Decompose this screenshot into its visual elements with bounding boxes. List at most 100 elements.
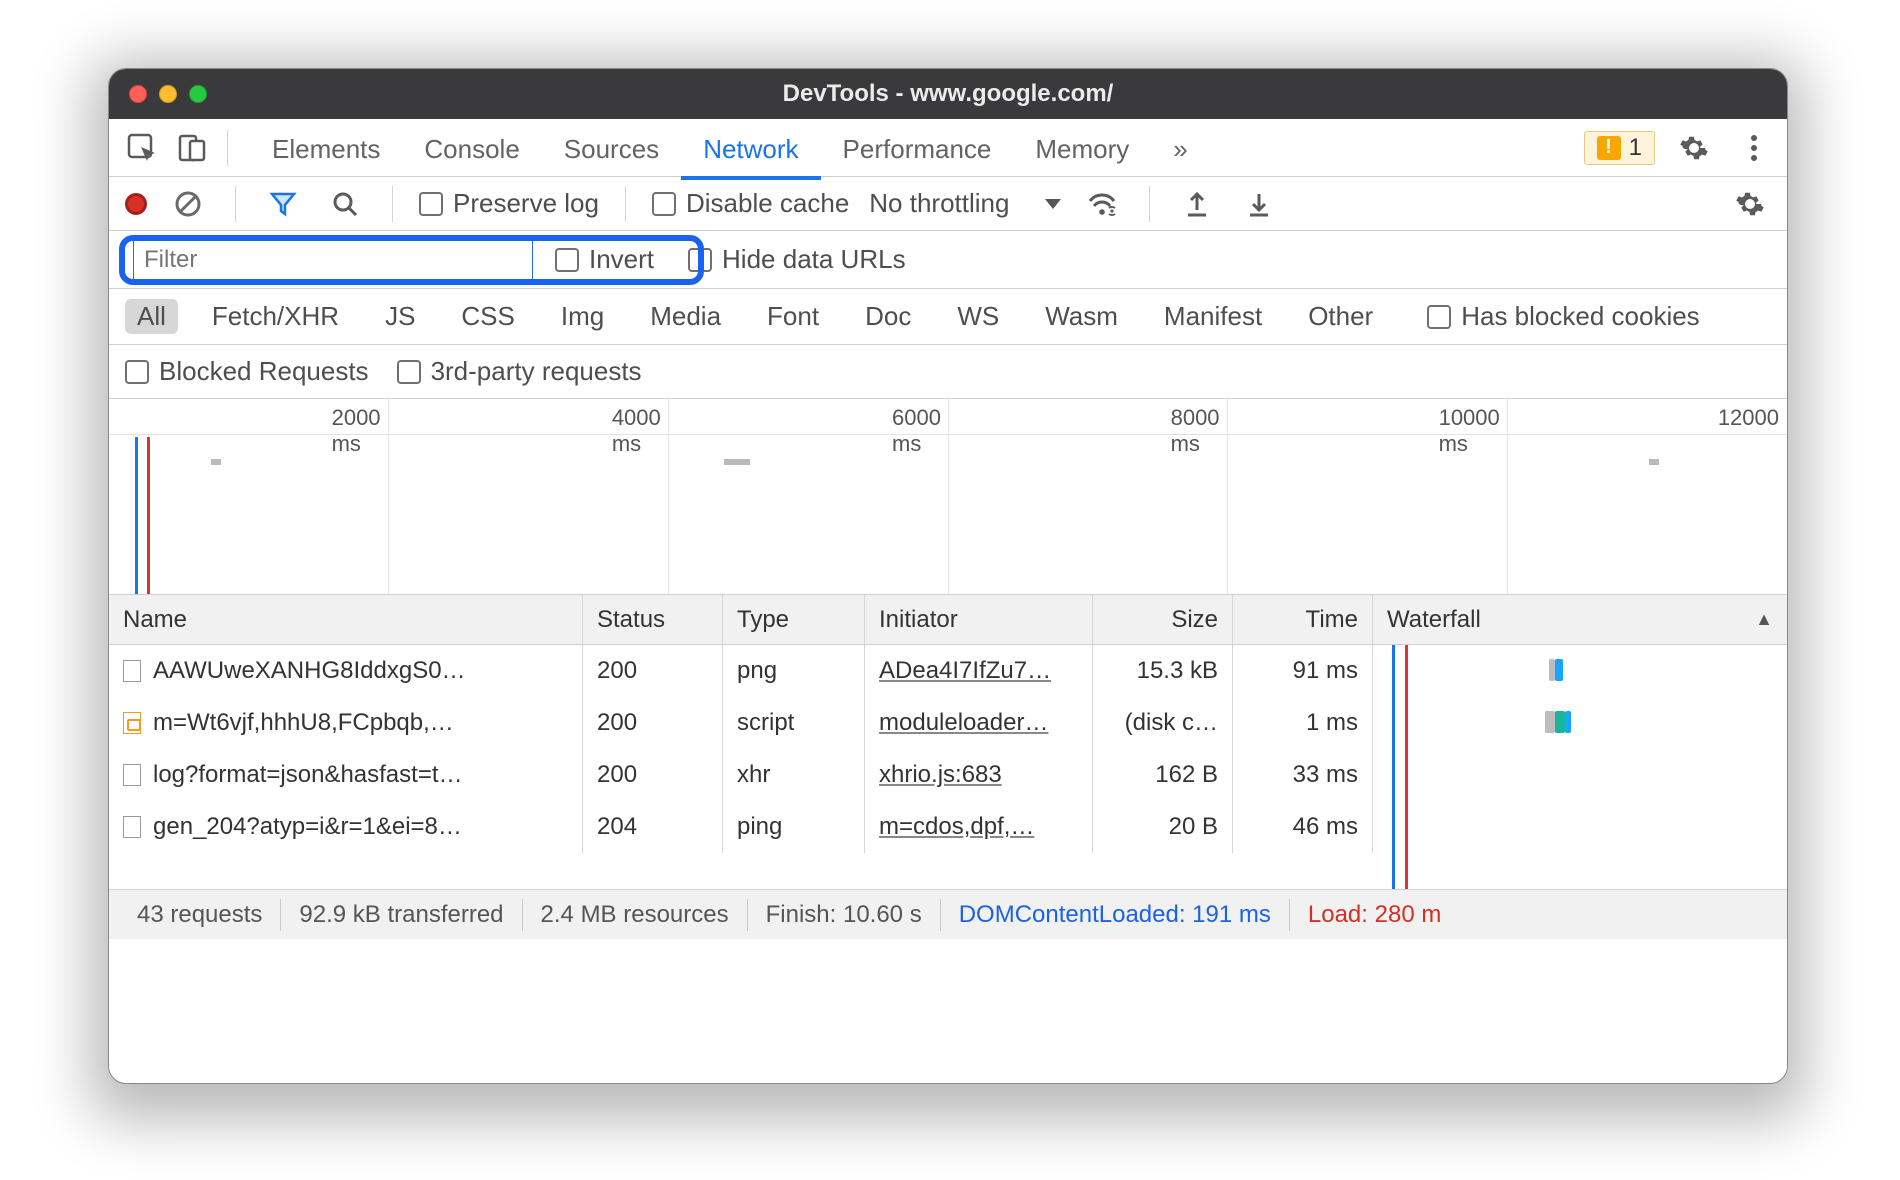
- checkbox-icon: [419, 192, 443, 216]
- cell-initiator[interactable]: xhrio.js:683: [879, 761, 1002, 789]
- filter-chip-js[interactable]: JS: [373, 299, 427, 334]
- filter-chip-ws[interactable]: WS: [945, 299, 1011, 334]
- waterfall-segment: [1555, 659, 1563, 681]
- col-status[interactable]: Status: [583, 595, 723, 644]
- waterfall-segment: [1555, 711, 1565, 733]
- inspect-element-icon[interactable]: [121, 127, 163, 169]
- status-finish: Finish: 10.60 s: [748, 899, 941, 931]
- filter-chip-img[interactable]: Img: [549, 299, 616, 334]
- record-button[interactable]: [125, 193, 147, 215]
- has-blocked-cookies-toggle[interactable]: Has blocked cookies: [1427, 301, 1699, 332]
- filter-funnel-icon[interactable]: [262, 183, 304, 225]
- timeline-load-marker: [147, 437, 150, 594]
- cell-time: 91 ms: [1233, 645, 1373, 697]
- filter-chip-other[interactable]: Other: [1296, 299, 1385, 334]
- search-icon[interactable]: [324, 183, 366, 225]
- col-type[interactable]: Type: [723, 595, 865, 644]
- status-transferred: 92.9 kB transferred: [281, 899, 522, 931]
- filter-chip-doc[interactable]: Doc: [853, 299, 923, 334]
- upload-har-icon[interactable]: [1176, 183, 1218, 225]
- tab-sources[interactable]: Sources: [542, 123, 681, 180]
- tick-label: 6000 ms: [892, 405, 949, 457]
- cell-status: 200: [583, 749, 723, 801]
- extra-filter-row: Blocked Requests 3rd-party requests: [109, 345, 1787, 399]
- waterfall-segment: [1565, 711, 1571, 733]
- col-time[interactable]: Time: [1233, 595, 1373, 644]
- cell-initiator[interactable]: moduleloader…: [879, 709, 1048, 737]
- timeline-overview[interactable]: 2000 ms 4000 ms 6000 ms 8000 ms 10000 ms…: [109, 399, 1787, 595]
- sort-ascending-icon: ▲: [1755, 609, 1773, 630]
- tab-performance[interactable]: Performance: [821, 123, 1014, 180]
- file-icon: [123, 660, 141, 682]
- col-initiator[interactable]: Initiator: [865, 595, 1093, 644]
- tab-elements[interactable]: Elements: [250, 123, 402, 180]
- cell-initiator[interactable]: ADea4I7IfZu7…: [879, 657, 1051, 685]
- tab-network[interactable]: Network: [681, 123, 820, 180]
- download-har-icon[interactable]: [1238, 183, 1280, 225]
- filter-chip-font[interactable]: Font: [755, 299, 831, 334]
- settings-gear-icon[interactable]: [1673, 127, 1715, 169]
- status-domcontentloaded: DOMContentLoaded: 191 ms: [941, 899, 1290, 931]
- separator: [235, 186, 236, 222]
- checkbox-icon: [125, 360, 149, 384]
- col-waterfall[interactable]: Waterfall ▲: [1373, 595, 1787, 644]
- preserve-log-toggle[interactable]: Preserve log: [419, 188, 599, 219]
- filter-chip-media[interactable]: Media: [638, 299, 733, 334]
- checkbox-icon: [1427, 305, 1451, 329]
- blocked-requests-label: Blocked Requests: [159, 356, 369, 387]
- table-row[interactable]: AAWUweXANHG8IddxgS0… 200 png ADea4I7IfZu…: [109, 645, 1787, 697]
- invert-toggle[interactable]: Invert: [555, 244, 654, 275]
- cell-type: ping: [723, 801, 865, 853]
- cell-size: 162 B: [1093, 749, 1233, 801]
- cell-waterfall: [1373, 697, 1787, 749]
- warnings-badge[interactable]: ! 1: [1584, 131, 1655, 165]
- filter-chip-all[interactable]: All: [125, 299, 178, 334]
- separator: [392, 186, 393, 222]
- cell-time: 33 ms: [1233, 749, 1373, 801]
- network-conditions-icon[interactable]: [1081, 183, 1123, 225]
- filter-chip-wasm[interactable]: Wasm: [1033, 299, 1130, 334]
- third-party-requests-toggle[interactable]: 3rd-party requests: [397, 356, 642, 387]
- tab-console[interactable]: Console: [402, 123, 541, 180]
- tick-label: 12000: [1718, 405, 1787, 431]
- cell-initiator[interactable]: m=cdos,dpf,…: [879, 813, 1034, 841]
- has-blocked-cookies-label: Has blocked cookies: [1461, 301, 1699, 332]
- timeline-bar: [211, 459, 221, 465]
- table-row[interactable]: gen_204?atyp=i&r=1&ei=8… 204 ping m=cdos…: [109, 801, 1787, 853]
- filter-input[interactable]: [133, 240, 533, 280]
- disable-cache-toggle[interactable]: Disable cache: [652, 188, 849, 219]
- col-size[interactable]: Size: [1093, 595, 1233, 644]
- filter-chip-css[interactable]: CSS: [449, 299, 526, 334]
- cell-time: 46 ms: [1233, 801, 1373, 853]
- filter-chip-manifest[interactable]: Manifest: [1152, 299, 1274, 334]
- cell-status: 200: [583, 645, 723, 697]
- checkbox-icon: [555, 248, 579, 272]
- file-icon: [123, 816, 141, 838]
- status-bar: 43 requests 92.9 kB transferred 2.4 MB r…: [109, 889, 1787, 939]
- table-row[interactable]: m=Wt6vjf,hhhU8,FCpbqb,… 200 script modul…: [109, 697, 1787, 749]
- warning-icon: !: [1597, 136, 1621, 160]
- waterfall-segment: [1545, 711, 1555, 733]
- more-menu-icon[interactable]: [1733, 127, 1775, 169]
- chevron-down-icon: [1045, 199, 1061, 209]
- clear-icon[interactable]: [167, 183, 209, 225]
- hide-data-urls-toggle[interactable]: Hide data URLs: [688, 244, 906, 275]
- tab-memory[interactable]: Memory: [1013, 123, 1151, 180]
- filter-chip-fetch-xhr[interactable]: Fetch/XHR: [200, 299, 351, 334]
- throttling-select[interactable]: No throttling: [869, 188, 1061, 219]
- table-row[interactable]: log?format=json&hasfast=t… 200 xhr xhrio…: [109, 749, 1787, 801]
- cell-name: log?format=json&hasfast=t…: [153, 761, 463, 789]
- timeline-bar: [724, 459, 750, 465]
- separator: [1149, 186, 1150, 222]
- cell-time: 1 ms: [1233, 697, 1373, 749]
- network-settings-gear-icon[interactable]: [1729, 183, 1771, 225]
- cell-size: 20 B: [1093, 801, 1233, 853]
- col-waterfall-label: Waterfall: [1387, 606, 1481, 634]
- col-name[interactable]: Name: [109, 595, 583, 644]
- device-toolbar-icon[interactable]: [171, 127, 213, 169]
- window-title: DevTools - www.google.com/: [109, 80, 1787, 108]
- requests-table-header: Name Status Type Initiator Size Time Wat…: [109, 595, 1787, 645]
- blocked-requests-toggle[interactable]: Blocked Requests: [125, 356, 369, 387]
- tabs-overflow[interactable]: »: [1151, 123, 1209, 180]
- cell-type: xhr: [723, 749, 865, 801]
